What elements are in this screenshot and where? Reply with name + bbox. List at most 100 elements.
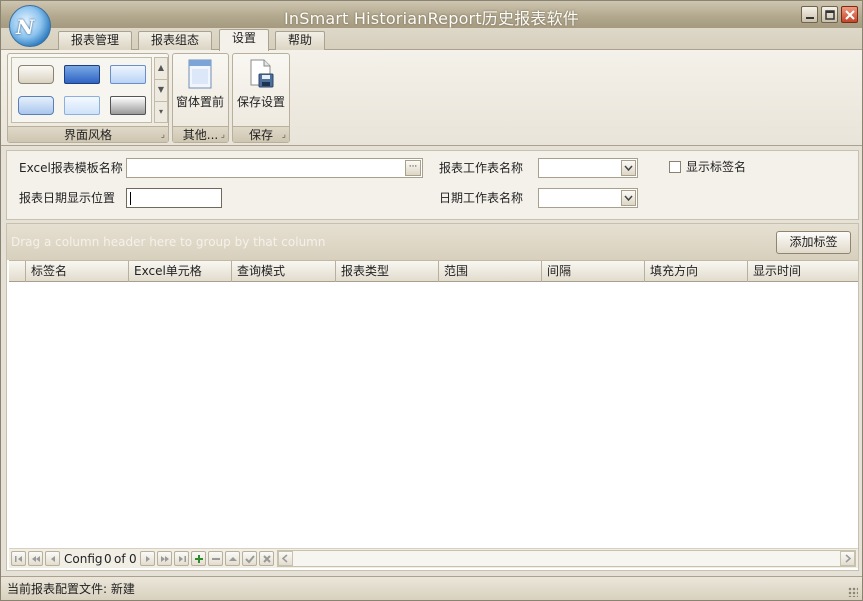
column-header-interval[interactable]: 间隔 <box>542 261 645 282</box>
title-bar[interactable]: InSmart HistorianReport历史报表软件 <box>1 1 862 28</box>
last-icon <box>179 556 186 562</box>
main-window: InSmart HistorianReport历史报表软件 N 报表管理 报表组… <box>0 0 863 601</box>
other-group-label: 其他... ⌟ <box>173 126 228 142</box>
cancel-icon <box>263 555 271 563</box>
maximize-button[interactable] <box>821 6 838 23</box>
minus-icon <box>212 558 220 560</box>
style-swatch-classic[interactable] <box>18 65 54 84</box>
chevron-down-icon[interactable] <box>621 190 636 206</box>
check-icon <box>245 555 255 564</box>
other-group: 窗体置前 其他... ⌟ <box>172 53 229 143</box>
save-icon <box>250 59 274 88</box>
record-of-label: of <box>114 552 126 566</box>
next-icon <box>146 556 150 562</box>
cancel-edit-button[interactable] <box>259 551 274 566</box>
tab-settings[interactable]: 设置 <box>219 29 270 51</box>
show-tag-label[interactable]: 显示标签名 <box>686 157 746 177</box>
show-tag-checkbox[interactable] <box>669 161 681 173</box>
dialog-launcher-icon[interactable]: ⌟ <box>221 127 225 143</box>
close-icon <box>845 10 855 20</box>
style-swatch-blue[interactable] <box>64 65 100 84</box>
minimize-button[interactable] <box>801 6 818 23</box>
ribbon-tabbar: 报表管理 报表组态 设置 帮助 <box>1 28 862 51</box>
column-header-tag-name[interactable]: 标签名 <box>26 261 129 282</box>
save-group: 保存设置 保存 ⌟ <box>232 53 290 143</box>
column-header-excel-cell[interactable]: Excel单元格 <box>129 261 232 282</box>
plus-icon <box>195 555 203 563</box>
app-logo-icon[interactable]: N <box>9 5 51 47</box>
style-gallery <box>11 57 152 123</box>
settings-form: Excel报表模板名称 ··· 报表工作表名称 显示标签名 报表日期显示位置 日… <box>6 150 859 220</box>
dialog-launcher-icon[interactable]: ⌟ <box>282 127 286 143</box>
first-icon <box>15 556 22 562</box>
column-header-report-type[interactable]: 报表类型 <box>336 261 439 282</box>
ribbon: ▲ ▼ ▾ 界面风格 ⌟ 窗体置前 其他... ⌟ 保存设置 保存 ⌟ <box>1 50 862 146</box>
grid-header-row: 标签名 Excel单元格 查询模式 报表类型 范围 间隔 填充方向 显示时间 <box>9 260 858 282</box>
style-swatch-silver[interactable] <box>110 96 146 115</box>
gallery-down-icon[interactable]: ▼ <box>155 80 167 102</box>
scroll-right-icon[interactable] <box>840 551 855 566</box>
next-page-icon <box>161 556 169 562</box>
next-record-button[interactable] <box>140 551 155 566</box>
text-caret <box>130 192 131 205</box>
edit-record-button[interactable] <box>225 551 240 566</box>
next-page-button[interactable] <box>157 551 172 566</box>
style-swatch-sky[interactable] <box>18 96 54 115</box>
window-front-button[interactable]: 窗体置前 <box>174 57 226 123</box>
prev-page-icon <box>32 556 40 562</box>
column-header-range[interactable]: 范围 <box>439 261 542 282</box>
tab-report-management[interactable]: 报表管理 <box>58 31 133 50</box>
prev-icon <box>51 556 55 562</box>
browse-button[interactable]: ··· <box>405 160 421 176</box>
window-title: InSmart HistorianReport历史报表软件 <box>283 9 580 28</box>
column-header-show-time[interactable]: 显示时间 <box>748 261 858 282</box>
report-sheet-select[interactable] <box>538 158 638 178</box>
column-header-query-mode[interactable]: 查询模式 <box>232 261 336 282</box>
group-by-hint: Drag a column header here to group by th… <box>11 235 326 249</box>
maximize-icon <box>825 10 835 20</box>
remove-record-button[interactable] <box>208 551 223 566</box>
excel-template-label: Excel报表模板名称 <box>19 161 123 175</box>
minimize-icon <box>806 17 814 19</box>
add-tag-button[interactable]: 添加标签 <box>776 231 851 254</box>
save-group-label: 保存 ⌟ <box>233 126 289 142</box>
style-group: ▲ ▼ ▾ 界面风格 ⌟ <box>7 53 169 143</box>
status-bar: 当前报表配置文件: 新建 <box>1 576 862 600</box>
date-sheet-label: 日期工作表名称 <box>439 191 524 205</box>
first-record-button[interactable] <box>11 551 26 566</box>
gallery-up-icon[interactable]: ▲ <box>155 58 167 80</box>
status-text: 当前报表配置文件: 新建 <box>7 582 135 596</box>
tab-report-config[interactable]: 报表组态 <box>138 31 213 50</box>
date-position-input[interactable] <box>126 188 222 208</box>
dialog-launcher-icon[interactable]: ⌟ <box>161 127 165 143</box>
window-front-icon <box>188 59 212 89</box>
prev-record-button[interactable] <box>45 551 60 566</box>
row-indicator-header <box>9 261 26 282</box>
append-record-button[interactable] <box>191 551 206 566</box>
tab-help[interactable]: 帮助 <box>275 31 326 50</box>
date-sheet-select[interactable] <box>538 188 638 208</box>
gallery-expand-icon[interactable]: ▾ <box>155 102 167 124</box>
gallery-scrollbar[interactable]: ▲ ▼ ▾ <box>154 57 168 123</box>
close-button[interactable] <box>841 6 858 23</box>
record-current: 0 <box>104 552 112 566</box>
excel-template-input[interactable]: ··· <box>126 158 423 178</box>
date-position-label: 报表日期显示位置 <box>19 191 116 205</box>
style-swatch-pale[interactable] <box>64 96 100 115</box>
column-header-fill-direction[interactable]: 填充方向 <box>645 261 748 282</box>
record-total: 0 <box>129 552 137 566</box>
caret-up-icon <box>229 557 237 561</box>
horizontal-scrollbar[interactable] <box>277 550 856 567</box>
style-swatch-light-blue[interactable] <box>110 65 146 84</box>
grid-body[interactable] <box>9 282 858 548</box>
prev-page-button[interactable] <box>28 551 43 566</box>
tag-grid: Drag a column header here to group by th… <box>6 223 859 571</box>
save-settings-button[interactable]: 保存设置 <box>235 57 287 123</box>
end-edit-button[interactable] <box>242 551 257 566</box>
chevron-down-icon[interactable] <box>621 160 636 176</box>
record-navigator: Config 0 of 0 <box>9 548 858 568</box>
last-record-button[interactable] <box>174 551 189 566</box>
scroll-left-icon[interactable] <box>278 551 293 566</box>
group-by-panel[interactable]: Drag a column header here to group by th… <box>7 224 858 260</box>
resize-grip-icon[interactable] <box>848 587 858 597</box>
